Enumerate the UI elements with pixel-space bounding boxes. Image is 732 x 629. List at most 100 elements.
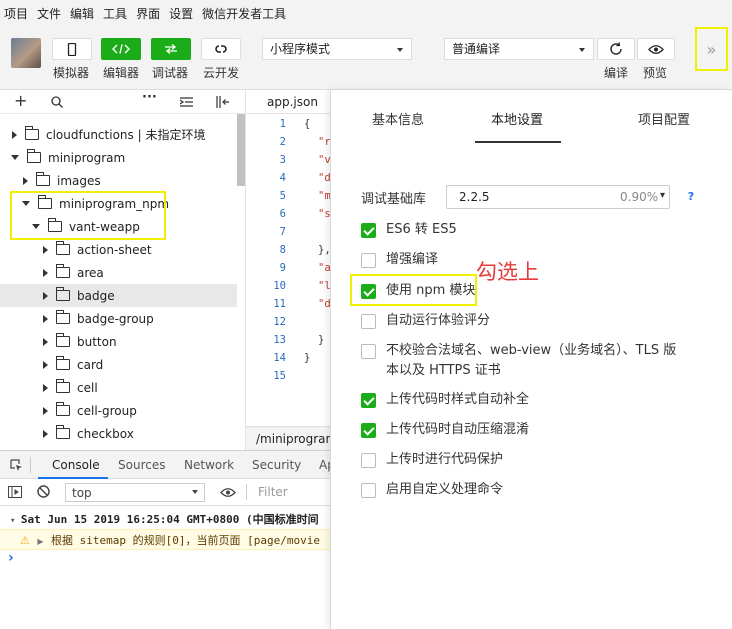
checkbox-es6[interactable]: [361, 223, 376, 238]
option-label: 上传代码时样式自动补全: [386, 392, 530, 407]
tree-item-label: action-sheet: [77, 242, 152, 257]
mode-select-value: 小程序模式: [270, 42, 331, 56]
editor-tab-app-json[interactable]: app.json: [246, 90, 330, 114]
code-line: "m: [318, 190, 331, 202]
tree-item[interactable]: cell-group: [0, 399, 237, 422]
checkbox-auto-audit[interactable]: [361, 314, 376, 329]
clear-console-icon[interactable]: [37, 485, 50, 498]
tree-item[interactable]: area: [0, 261, 237, 284]
menu-tools[interactable]: 工具: [103, 5, 127, 22]
tab-network[interactable]: Network: [184, 458, 234, 472]
menu-project[interactable]: 项目: [4, 5, 28, 22]
console-warning[interactable]: ⚠ ▶ 根据 sitemap 的规则[0]，当前页面 [page/movie: [0, 529, 330, 550]
line-number: 9: [279, 262, 286, 274]
console-filter-bar: top Filter: [0, 479, 330, 506]
tab-console[interactable]: Console: [52, 458, 100, 472]
option-label: 上传时进行代码保护: [386, 452, 504, 467]
simulator-button[interactable]: [52, 38, 92, 60]
console-prompt[interactable]: ›: [0, 550, 330, 568]
tree-item[interactable]: cloudfunctions | 未指定环境: [0, 123, 237, 146]
debug-icon: [165, 44, 177, 54]
checkbox-minify[interactable]: [361, 423, 376, 438]
eye-icon[interactable]: [220, 487, 236, 498]
tab-project-config[interactable]: 项目配置: [638, 109, 690, 128]
sidebar-toggle-icon[interactable]: [8, 486, 22, 498]
divider: [30, 457, 31, 473]
code-line: }: [318, 334, 325, 346]
folder-icon: [36, 172, 50, 186]
code-line: "l: [318, 280, 331, 292]
toolbar: 模拟器 编辑器 调试器 云开发 小程序模式 普通编译 编译 预览: [0, 26, 732, 90]
log-time-text: Sat Jun 15 2019 16:25:04 GMT+0800 (中国标准时…: [20, 513, 319, 526]
tree-item-label: miniprogram: [48, 150, 126, 165]
help-icon[interactable]: ?: [683, 189, 699, 205]
tree-item-selected[interactable]: badge: [0, 284, 237, 307]
base-lib-label: 调试基础库: [361, 192, 427, 207]
tree-item[interactable]: cell: [0, 376, 237, 399]
tree-item-label: button: [77, 334, 117, 349]
base-lib-select[interactable]: 2.2.5 0.90% ▾: [446, 185, 670, 209]
collapse-icon[interactable]: [180, 97, 193, 107]
editor-path: /miniprogram/: [246, 426, 341, 450]
tab-sources[interactable]: Sources: [118, 458, 165, 472]
code-line: "s: [318, 208, 331, 220]
chevron-down-icon: [11, 155, 19, 160]
line-number: 8: [279, 244, 286, 256]
menu-devtools[interactable]: 微信开发者工具: [202, 5, 286, 22]
details-panel: 基本信息 本地设置 项目配置 调试基础库 2.2.5 0.90% ▾ ? ES6…: [330, 90, 732, 629]
folder-icon: [56, 287, 70, 301]
preview-button[interactable]: [637, 38, 675, 60]
compile-select[interactable]: 普通编译: [444, 38, 594, 60]
inspect-icon[interactable]: [10, 459, 23, 472]
code-line: {: [304, 118, 311, 130]
add-icon[interactable]: +: [14, 91, 27, 110]
tree-item[interactable]: checkbox: [0, 422, 237, 445]
checkbox-skip-domain-check[interactable]: [361, 344, 376, 359]
highlight-box: [10, 191, 166, 240]
preview-label: 预览: [643, 66, 668, 80]
code-line: "d: [318, 172, 331, 184]
menu-edit[interactable]: 编辑: [70, 5, 94, 22]
tree-item[interactable]: card: [0, 353, 237, 376]
tree-item-label: badge-group: [77, 311, 154, 326]
menu-view[interactable]: 界面: [136, 5, 160, 22]
tree-item[interactable]: button: [0, 330, 237, 353]
tree-item[interactable]: badge-group: [0, 307, 237, 330]
search-icon[interactable]: [51, 96, 63, 108]
more-tools-button[interactable]: »: [695, 27, 728, 71]
tab-basic-info[interactable]: 基本信息: [372, 109, 424, 128]
folder-icon: [56, 264, 70, 278]
editor-button[interactable]: [101, 38, 141, 60]
tab-local-settings[interactable]: 本地设置: [491, 109, 543, 128]
context-select[interactable]: top: [65, 483, 205, 502]
debugger-button[interactable]: [151, 38, 191, 60]
checkbox-code-protect[interactable]: [361, 453, 376, 468]
explorer-scrollbar[interactable]: [237, 114, 245, 186]
line-number: 5: [279, 190, 286, 202]
line-number: 1: [279, 118, 286, 130]
line-number: 11: [273, 298, 286, 310]
checkbox-enhance-compile[interactable]: [361, 253, 376, 268]
split-icon[interactable]: [216, 96, 230, 108]
tab-security[interactable]: Security: [252, 458, 301, 472]
code-icon: [112, 44, 130, 54]
chevron-right-icon: [43, 360, 48, 369]
menu-file[interactable]: 文件: [37, 5, 61, 22]
cloud-button[interactable]: [201, 38, 241, 60]
cloud-folder-icon: [25, 126, 39, 140]
folder-icon: [56, 402, 70, 416]
chevron-right-icon: [43, 291, 48, 300]
avatar[interactable]: [11, 38, 41, 68]
compile-button[interactable]: [597, 38, 635, 60]
checkbox-custom-command[interactable]: [361, 483, 376, 498]
menu-settings[interactable]: 设置: [169, 5, 193, 22]
tree-item[interactable]: action-sheet: [0, 238, 237, 261]
chevron-right-icon: [43, 429, 48, 438]
checkbox-style-autoprefix[interactable]: [361, 393, 376, 408]
more-icon[interactable]: ···: [142, 90, 157, 105]
console-log-time: ▾ Sat Jun 15 2019 16:25:04 GMT+0800 (中国标…: [0, 509, 330, 530]
tree-item[interactable]: miniprogram: [0, 146, 237, 169]
filter-input[interactable]: Filter: [258, 485, 288, 499]
tree-item[interactable]: images: [0, 169, 237, 192]
mode-select[interactable]: 小程序模式: [262, 38, 412, 60]
